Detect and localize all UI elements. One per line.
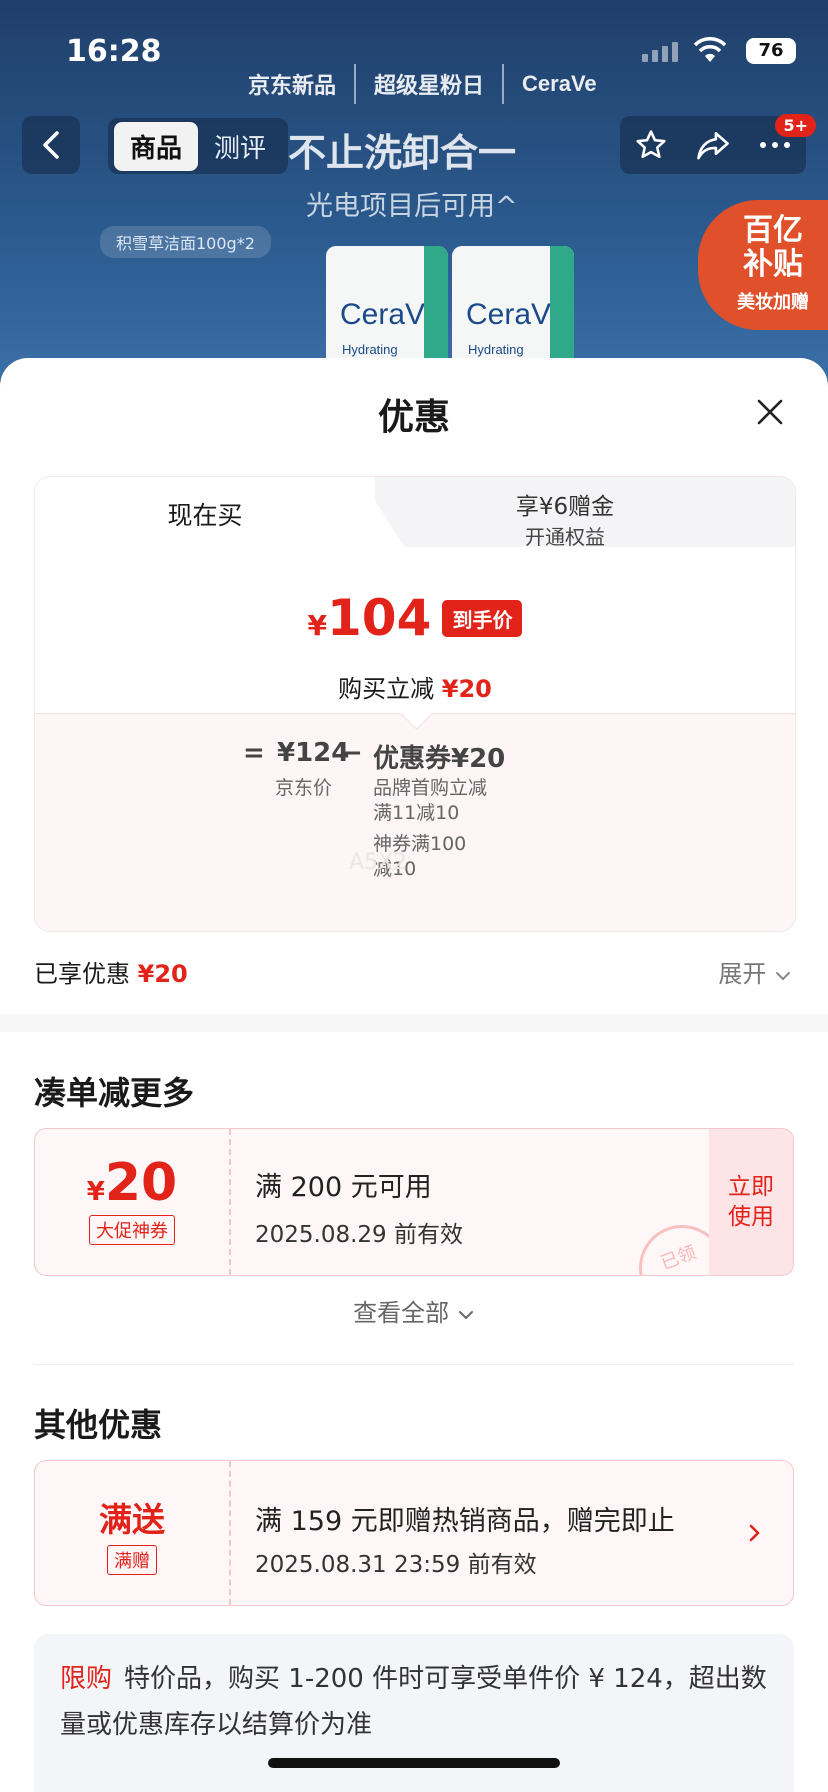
- gift-offer-card[interactable]: 满送 满赠 满 159 元即赠热销商品，赠完即止 2025.08.31 23:5…: [34, 1460, 794, 1606]
- gift-kind: 满赠: [107, 1545, 157, 1575]
- product-sublabel: Hydrating: [468, 342, 524, 357]
- view-all-label: 查看全部: [353, 1299, 450, 1327]
- enjoyed-discount: 已享优惠 ¥20: [34, 954, 188, 989]
- gift-validity: 2025.08.31 23:59 前有效: [255, 1552, 537, 1578]
- watermark: A5X2: [349, 850, 408, 875]
- tab-buy-now[interactable]: 现在买: [35, 477, 375, 555]
- limit-label: 限购: [60, 1664, 113, 1694]
- coupon-value: 20: [104, 1153, 178, 1213]
- chevron-down-icon: [458, 1311, 473, 1320]
- back-button[interactable]: [22, 116, 80, 174]
- list-price-label: 京东价: [275, 777, 333, 799]
- status-time: 16:28: [66, 34, 162, 69]
- subsidy-line1: 百亿: [743, 213, 803, 248]
- brand-text: 京东新品: [248, 74, 337, 99]
- purchase-limit-note: 限购 特价品，购买 1-200 件时可享受单件价 ¥ 124，超出数量或优惠库存以…: [34, 1634, 794, 1792]
- coupon-condition: 满 200 元可用: [255, 1172, 432, 1203]
- coupon-validity: 2025.08.29 前有效: [255, 1222, 463, 1248]
- home-indicator[interactable]: [268, 1758, 560, 1768]
- product-tabs: 商品 测评: [108, 118, 289, 174]
- enjoyed-value: ¥20: [137, 960, 188, 988]
- more-icon[interactable]: [758, 140, 792, 150]
- wifi-icon: [693, 37, 727, 62]
- list-price: ¥124: [277, 738, 350, 768]
- coupon-amount: ¥20: [35, 1153, 229, 1213]
- section-title-other: 其他优惠: [34, 1406, 163, 1444]
- gift-type: 满送: [99, 1500, 165, 1539]
- product-sublabel: Hydrating: [342, 342, 398, 357]
- reduction-label: 购买立减: [338, 675, 435, 703]
- limit-text: 特价品，购买 1-200 件时可享受单件价 ¥ 124，超出数量或优惠库存以结算…: [60, 1664, 767, 1740]
- event-text: 超级星粉日: [374, 74, 485, 99]
- cellular-signal-icon: [642, 42, 678, 62]
- brand-divider: [354, 64, 357, 104]
- share-icon[interactable]: [695, 129, 731, 161]
- sheet-title: 优惠: [377, 397, 450, 438]
- section-divider: [0, 1014, 828, 1032]
- equals-sign: =: [243, 738, 265, 768]
- subsidy-line3: 美妆加赠: [737, 292, 809, 313]
- divider-line: [34, 1364, 794, 1365]
- coupon-item-brand-first: 品牌首购立减满11减10: [373, 777, 488, 824]
- use-now-line2: 使用: [728, 1204, 774, 1230]
- star-icon[interactable]: [634, 128, 668, 162]
- chevron-right-icon: [749, 1524, 760, 1542]
- reduction-value: ¥20: [441, 675, 492, 703]
- brand-bar: 京东新品 超级星粉日 CeraVe: [248, 64, 597, 104]
- chevron-left-icon: [43, 131, 59, 159]
- price-card: 享¥6赠金 开通权益 现在买 ¥104 到手价 购买立减 ¥20 = ¥124 …: [34, 476, 796, 932]
- use-now-line1: 立即: [728, 1174, 774, 1200]
- brand-divider: [502, 64, 505, 104]
- subsidy-line2: 补贴: [743, 247, 803, 282]
- gift-type-area: 满送 满赠: [35, 1461, 231, 1605]
- coupon-kind: 大促神券: [89, 1215, 175, 1245]
- coupon-amount-area: ¥20 大促神券: [35, 1129, 231, 1275]
- price-breakdown: = ¥124 − 优惠券¥20 京东价 品牌首购立减满11减10 神券满100减…: [35, 697, 795, 931]
- tab-review[interactable]: 测评: [198, 122, 282, 171]
- enjoyed-label: 已享优惠: [34, 960, 130, 988]
- tab-product[interactable]: 商品: [114, 121, 199, 171]
- coupon-currency: ¥: [86, 1177, 105, 1207]
- final-price-tag: 到手价: [442, 600, 523, 637]
- tab-membership-line1: 享¥6赠金: [515, 494, 615, 520]
- final-price-value: 104: [327, 589, 432, 647]
- product-banner: 16:28 76 京东新品 超级星粉日 CeraVe 不止洗卸合一 光电项目后可…: [0, 0, 828, 380]
- banner-headline: 不止洗卸合一: [288, 131, 517, 175]
- discount-sheet: 优惠 享¥6赠金 开通权益 现在买 ¥104 到手价 购买立减 ¥20 = ¥1…: [0, 358, 828, 1792]
- close-icon[interactable]: [750, 392, 790, 432]
- coupon-total: 优惠券¥20: [373, 744, 506, 774]
- view-all-button[interactable]: 查看全部: [0, 1293, 828, 1328]
- minus-sign: −: [341, 738, 363, 768]
- subsidy-badge[interactable]: 百亿 补贴 美妆加赠: [698, 200, 828, 330]
- chevron-down-icon: [776, 972, 790, 981]
- tab-membership[interactable]: 享¥6赠金 开通权益: [335, 477, 795, 549]
- gift-description: 满 159 元即赠热销商品，赠完即止: [255, 1506, 675, 1537]
- expand-button[interactable]: 展开: [718, 954, 792, 989]
- expand-label: 展开: [718, 960, 767, 988]
- banner-pill: 积雪草洁面100g*2: [100, 226, 271, 258]
- section-title-more: 凑单减更多: [34, 1074, 195, 1112]
- use-now-button[interactable]: 立即 使用: [709, 1129, 793, 1275]
- coupon-card[interactable]: ¥20 大促神券 满 200 元可用 2025.08.29 前有效 已领 立即 …: [34, 1128, 794, 1276]
- message-count-badge: 5+: [775, 114, 816, 137]
- final-price: ¥104 到手价: [35, 589, 795, 647]
- final-price-currency: ¥: [307, 609, 327, 642]
- partner-text: CeraVe: [522, 71, 597, 96]
- banner-subline: 光电项目后可用^: [306, 191, 518, 222]
- battery-indicator: 76: [746, 38, 796, 64]
